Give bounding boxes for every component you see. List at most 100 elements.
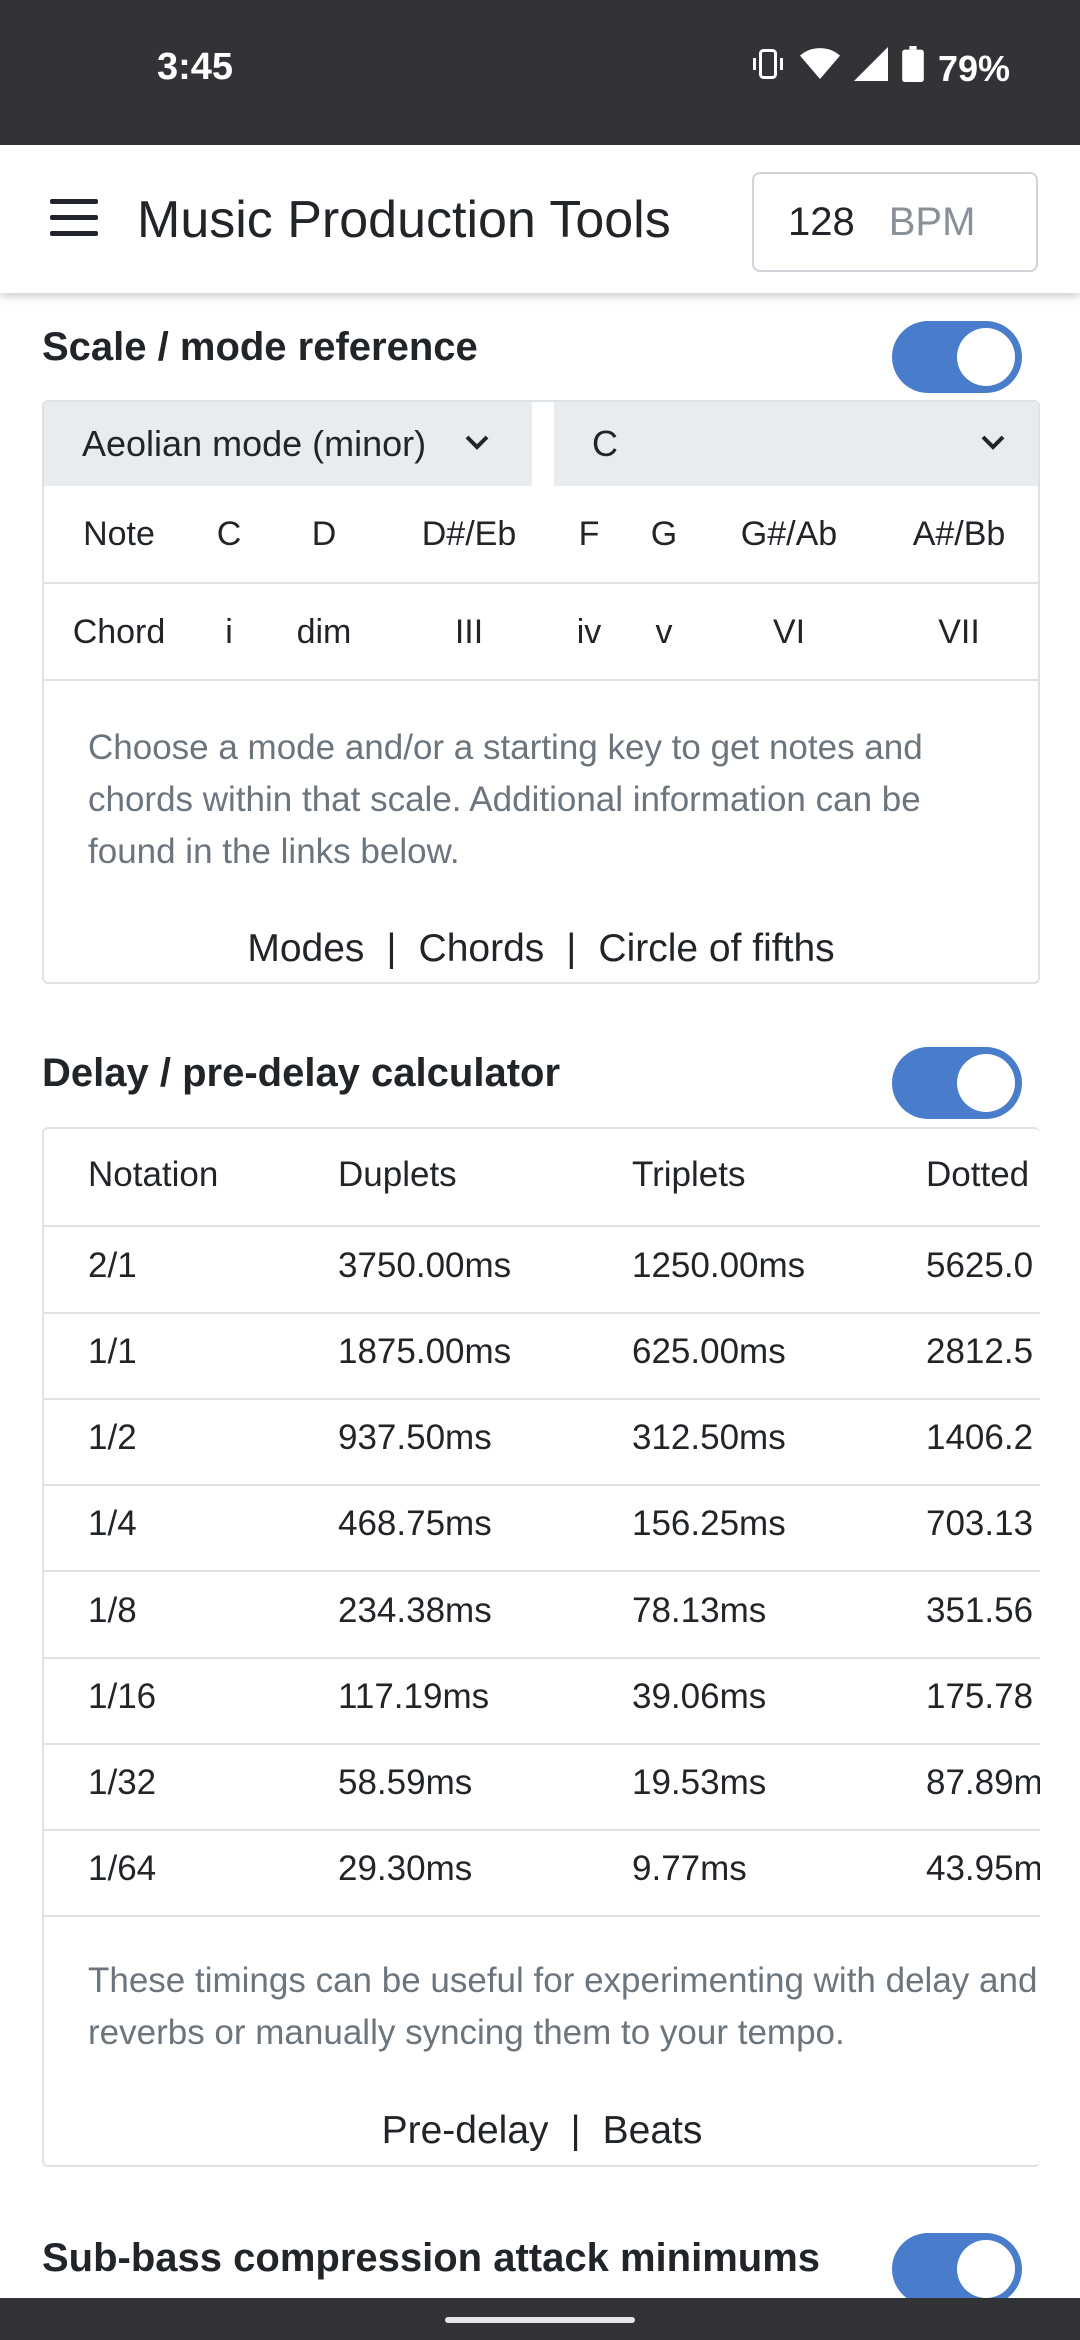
notes-cell: D	[311, 515, 337, 553]
scale-selects: Aeolian mode (minor) C	[44, 402, 1038, 486]
menu-icon[interactable]	[50, 199, 98, 239]
triplets-cell: 156.25ms	[632, 1504, 786, 1543]
notes-cell: C	[216, 515, 242, 553]
duplets-cell: 937.50ms	[338, 1418, 492, 1457]
dotted-cell: 175.78	[926, 1677, 1034, 1716]
chords-cell: VII	[938, 613, 980, 651]
subbass-section-toggle[interactable]	[892, 2233, 1022, 2305]
beats-link[interactable]: Beats	[603, 2109, 703, 2152]
battery-percent: 79%	[937, 47, 1010, 89]
notes-cell: Note	[83, 515, 155, 553]
app-bar: Music Production Tools 128 BPM	[0, 145, 1080, 293]
divider	[44, 1915, 1040, 1917]
duplets-cell: 29.30ms	[338, 1849, 473, 1888]
chords-cell: v	[655, 613, 673, 651]
triplets-cell: 625.00ms	[632, 1332, 786, 1371]
bpm-unit: BPM	[888, 199, 976, 244]
notes-cell: G#/Ab	[740, 515, 838, 553]
link-separator: |	[566, 927, 577, 970]
divider	[44, 1484, 1040, 1486]
mode-select-value: Aeolian mode (minor)	[82, 423, 427, 464]
delay-section-title: Delay / pre-delay calculator	[42, 1051, 561, 1095]
dotted-cell: 43.95m	[926, 1849, 1040, 1888]
triplets-cell: 1250.00ms	[632, 1246, 806, 1285]
modes-link[interactable]: Modes	[247, 927, 364, 970]
dotted-cell: 2812.5	[926, 1332, 1034, 1371]
divider	[44, 1398, 1040, 1400]
divider	[44, 1743, 1040, 1745]
link-separator: |	[570, 2109, 581, 2152]
notation-cell: 1/32	[88, 1763, 157, 1802]
notation-cell: 1/64	[88, 1849, 157, 1888]
bpm-input[interactable]: 128 BPM	[752, 172, 1038, 272]
scale-section-toggle[interactable]	[892, 321, 1022, 393]
triplets-cell: 39.06ms	[632, 1677, 767, 1716]
divider	[44, 1657, 1040, 1659]
notation-cell: 1/16	[88, 1677, 157, 1716]
chords-link[interactable]: Chords	[419, 927, 545, 970]
duplets-cell: 58.59ms	[338, 1763, 473, 1802]
chords-cell: iv	[576, 613, 602, 651]
scale-section-title: Scale / mode reference	[42, 325, 478, 369]
bpm-value[interactable]: 128	[788, 200, 855, 245]
chords-cell: dim	[296, 613, 352, 651]
notes-cell: G	[650, 515, 678, 553]
vibrate-icon	[750, 46, 786, 91]
notation-cell: 2/1	[88, 1246, 137, 1285]
gesture-bar	[0, 2298, 1080, 2340]
pre-delay-link[interactable]: Pre-delay	[382, 2109, 549, 2152]
dotted-cell: 703.13	[926, 1504, 1034, 1543]
status-time: 3:45	[157, 46, 234, 88]
duplets-cell: 117.19ms	[338, 1677, 490, 1716]
mode-select[interactable]: Aeolian mode (minor)	[44, 402, 532, 486]
notation-cell: 1/2	[88, 1418, 137, 1457]
header-cell: Duplets	[338, 1155, 457, 1194]
delay-description: These timings can be useful for experime…	[88, 1961, 1038, 2052]
status-bar: 3:45 79%	[0, 0, 1080, 145]
wifi-icon	[799, 47, 840, 90]
triplets-cell: 19.53ms	[632, 1763, 767, 1802]
header-cell: Triplets	[632, 1155, 746, 1194]
delay-card: Notation Duplets Triplets Dotted 2/1 375…	[42, 1127, 1040, 2167]
key-select-value: C	[592, 423, 618, 464]
key-select[interactable]: C	[554, 402, 1038, 486]
duplets-cell: 1875.00ms	[338, 1332, 512, 1371]
triplets-cell: 9.77ms	[632, 1849, 747, 1888]
notes-row: Note C D D#/Eb F G G#/Ab A#/Bb	[44, 486, 1038, 582]
duplets-cell: 468.75ms	[338, 1504, 492, 1543]
notation-cell: 1/8	[88, 1591, 137, 1630]
chords-cell: Chord	[72, 613, 166, 651]
scale-description: Choose a mode and/or a starting key to g…	[88, 728, 923, 871]
chevron-down-icon	[981, 435, 1005, 450]
triplets-cell: 312.50ms	[632, 1418, 786, 1457]
status-icons: 79%	[750, 46, 1010, 91]
header-cell: Dotted	[926, 1155, 1030, 1194]
duplets-cell: 234.38ms	[338, 1591, 492, 1630]
divider	[44, 1225, 1040, 1227]
notation-cell: 1/1	[88, 1332, 137, 1371]
divider	[44, 679, 1038, 681]
divider	[44, 1570, 1040, 1572]
app-title: Music Production Tools	[137, 191, 671, 249]
chords-cell: VI	[772, 613, 806, 651]
notes-cell: F	[578, 515, 600, 553]
delay-links: Pre-delay | Beats	[44, 2109, 1040, 2153]
dotted-cell: 351.56	[926, 1591, 1034, 1630]
link-separator: |	[386, 927, 397, 970]
chords-row: Chord i dim III iv v VI VII	[44, 584, 1038, 680]
scale-card: Aeolian mode (minor) C Note C D D#/Eb F …	[42, 400, 1040, 984]
divider	[44, 1829, 1040, 1831]
notation-cell: 1/4	[88, 1504, 137, 1543]
dotted-cell: 5625.0	[926, 1246, 1034, 1285]
circle-of-fifths-link[interactable]: Circle of fifths	[598, 927, 834, 970]
dotted-cell: 87.89m	[926, 1763, 1040, 1802]
subbass-section-title: Sub-bass compression attack minimums	[42, 2236, 821, 2280]
battery-icon	[902, 46, 924, 91]
scale-links: Modes | Chords | Circle of fifths	[44, 927, 1038, 971]
notes-cell: A#/Bb	[912, 515, 1006, 553]
delay-section-toggle[interactable]	[892, 1047, 1022, 1119]
chevron-down-icon	[465, 435, 489, 450]
dotted-cell: 1406.2	[926, 1418, 1034, 1457]
notes-cell: D#/Eb	[421, 515, 517, 553]
home-indicator[interactable]	[445, 2317, 635, 2323]
